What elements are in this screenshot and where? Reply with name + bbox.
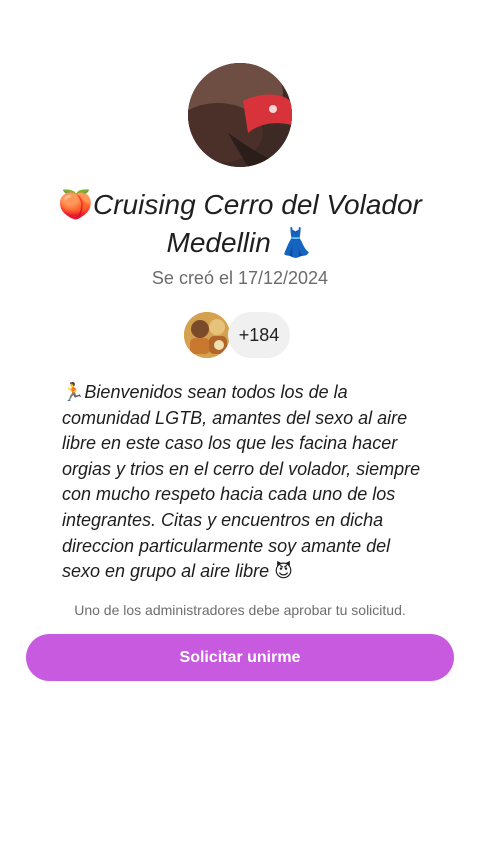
- created-date: Se creó el 17/12/2024: [151, 268, 329, 288]
- running-person-emoji: 🏃: [62, 382, 85, 403]
- dress-emoji: 👗: [278, 226, 314, 259]
- members-preview[interactable]: +184: [184, 312, 290, 358]
- member-count-badge: +184: [228, 312, 290, 358]
- member-avatar-image: [184, 312, 230, 358]
- group-avatar-image: [188, 63, 292, 167]
- description-text: Bienvenidos sean todos los de la comunid…: [62, 382, 421, 582]
- group-description: 🏃Bienvenidos sean todos los de la comuni…: [62, 380, 432, 585]
- devil-emoji: 😈: [274, 561, 293, 583]
- approval-note: Uno de los administradores debe aprobar …: [74, 602, 406, 618]
- group-avatar[interactable]: [188, 63, 292, 167]
- member-avatar: [184, 312, 230, 358]
- request-join-button[interactable]: Solicitar unirme: [26, 634, 454, 681]
- group-title: 🍑Cruising Cerro del Volador Medellin 👗: [30, 186, 450, 262]
- group-title-text: Cruising Cerro del Volador Medellin: [92, 189, 422, 258]
- peach-emoji: 🍑: [58, 188, 93, 221]
